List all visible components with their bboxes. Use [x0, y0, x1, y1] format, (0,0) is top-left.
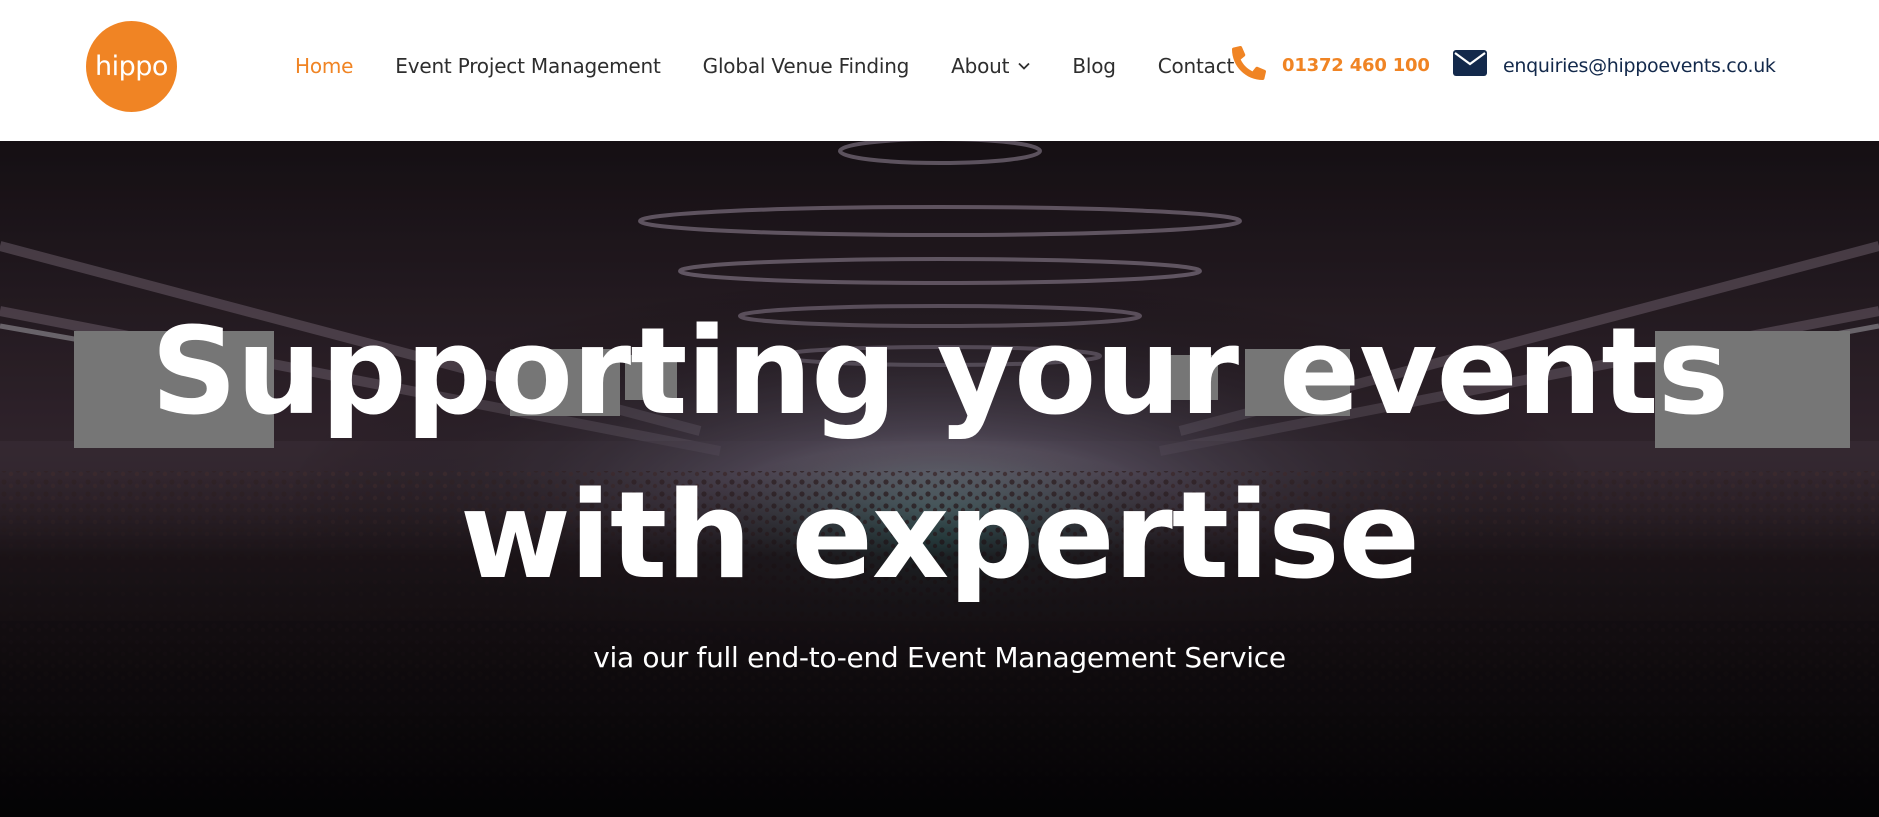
- main-nav: Home Event Project Management Global Ven…: [295, 0, 1276, 131]
- hero-title: Supporting your events with expertise: [0, 291, 1879, 619]
- phone-number: 01372 460 100: [1282, 55, 1430, 76]
- email-address: enquiries@hippoevents.co.uk: [1503, 54, 1776, 77]
- phone-icon: [1232, 45, 1267, 85]
- nav-item-about[interactable]: About: [951, 54, 1030, 78]
- nav-item-blog[interactable]: Blog: [1072, 54, 1116, 78]
- email-link[interactable]: enquiries@hippoevents.co.uk: [1453, 0, 1776, 131]
- hero-title-line-2: with expertise: [459, 467, 1420, 606]
- nav-item-contact[interactable]: Contact: [1158, 54, 1235, 78]
- site-header: hippo Home Event Project Management Glob…: [0, 0, 1879, 141]
- nav-item-event-project-management[interactable]: Event Project Management: [395, 54, 661, 78]
- hero-subtitle: via our full end-to-end Event Management…: [593, 641, 1286, 674]
- logo-text: hippo: [95, 51, 168, 82]
- nav-item-home[interactable]: Home: [295, 54, 353, 78]
- hippo-logo[interactable]: hippo: [86, 21, 177, 112]
- nav-item-global-venue-finding[interactable]: Global Venue Finding: [703, 54, 910, 78]
- hero-title-line-1: Supporting your events: [150, 303, 1729, 442]
- envelope-icon: [1453, 50, 1487, 81]
- chevron-down-icon: [1018, 62, 1030, 70]
- hero-banner: Supporting your events with expertise vi…: [0, 141, 1879, 817]
- phone-link[interactable]: 01372 460 100: [1232, 0, 1430, 131]
